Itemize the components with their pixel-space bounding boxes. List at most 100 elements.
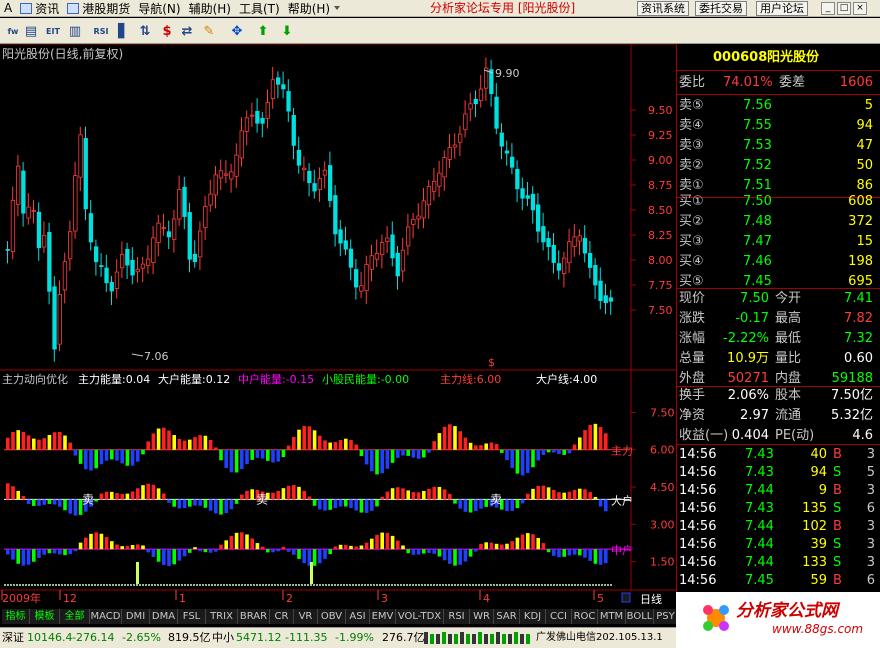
pen-icon[interactable]: ✎ <box>200 22 218 40</box>
trade-button[interactable]: 委托交易 <box>695 1 747 16</box>
kline-chart[interactable]: 阳光股份(日线,前复权) 9.50 9.25 9.00 8.75 8.50 8.25 8.00… <box>0 43 676 606</box>
menu-item-0[interactable]: A <box>0 0 16 17</box>
candle-body <box>21 170 26 214</box>
tab-wr[interactable]: WR <box>470 609 494 624</box>
tab-sar[interactable]: SAR <box>494 609 520 624</box>
logo-title: 分析家公式网 <box>736 601 838 621</box>
down-arrow-icon[interactable]: ⬇ <box>278 22 296 40</box>
candle-body <box>197 230 203 258</box>
tab-asi[interactable]: ASI <box>346 609 370 624</box>
energy-bar <box>380 449 384 474</box>
menu-item-4[interactable]: 辅助(H) <box>185 0 235 17</box>
energy-bar <box>26 549 31 565</box>
buy-row: 买② 7.48 372 <box>677 212 880 231</box>
energy-bar <box>546 549 551 553</box>
maximize-button[interactable]: □ <box>837 2 851 15</box>
energy-bar <box>588 549 592 561</box>
tab-fsl[interactable]: FSL <box>178 609 206 624</box>
energy-bar <box>229 449 234 473</box>
tab-obv[interactable]: OBV <box>318 609 346 624</box>
stat-value: -0.17 <box>735 311 769 326</box>
energy-bar <box>47 434 52 450</box>
candle-body <box>536 204 541 232</box>
scroll-handle[interactable] <box>621 592 631 603</box>
kline-icon[interactable]: ▋ <box>114 22 132 40</box>
energy-bar <box>474 549 478 552</box>
sell-signal-label: 卖 <box>490 492 502 506</box>
tab-vol-tdx[interactable]: VOL-TDX <box>396 609 444 624</box>
tick-row: 14:56 7.44 102 B 3 <box>677 518 880 536</box>
eit-icon[interactable]: EIT <box>44 22 62 40</box>
tab-trix[interactable]: TRIX <box>206 609 238 624</box>
menu-item-3[interactable]: 导航(N) <box>134 0 184 17</box>
up-arrow-icon[interactable]: ⬆ <box>254 22 272 40</box>
bars-icon[interactable]: ▥ <box>66 22 84 40</box>
swap-icon[interactable]: ⇄ <box>178 22 196 40</box>
energy-bar <box>32 499 36 506</box>
candle-body <box>125 248 130 266</box>
menu-item-5[interactable]: 工具(T) <box>235 0 284 17</box>
crosshair-icon[interactable]: ✥ <box>228 22 246 40</box>
tick-side: B <box>833 519 842 534</box>
energy-bar <box>297 429 301 450</box>
energy-bar <box>520 499 525 504</box>
energy-bar <box>255 543 260 550</box>
tab-模板[interactable]: 模板 <box>30 609 60 624</box>
tab-rsi[interactable]: RSI <box>444 609 470 624</box>
tick-time: 14:56 <box>679 537 717 552</box>
x-axis-label: 4 <box>483 592 490 604</box>
energy-bar <box>52 499 57 505</box>
tab-emv[interactable]: EMV <box>370 609 396 624</box>
tab-cci[interactable]: CCI <box>546 609 572 624</box>
energy-bar <box>489 442 494 450</box>
tab-dmi[interactable]: DMI <box>122 609 150 624</box>
menu-item-2[interactable]: 港股期货 <box>63 0 134 17</box>
energy-bar <box>177 549 182 561</box>
tab-kdj[interactable]: KDJ <box>520 609 546 624</box>
stat-value: 7.82 <box>844 311 873 326</box>
energy-bar <box>281 488 286 500</box>
divider <box>677 70 880 71</box>
candle-body <box>218 170 224 179</box>
finance-label: 净资 <box>679 408 706 423</box>
tab-roc[interactable]: ROC <box>572 609 598 624</box>
chart-list-icon[interactable]: ▤ <box>22 22 40 40</box>
tab-brar[interactable]: BRAR <box>238 609 270 624</box>
dollar-icon[interactable]: $ <box>158 22 176 40</box>
energy-bar <box>198 499 202 506</box>
forum-button[interactable]: 用户论坛 <box>756 1 808 16</box>
energy-bar <box>37 499 41 506</box>
finance-label: 换手 <box>679 388 706 403</box>
tab-vr[interactable]: VR <box>294 609 318 624</box>
sort-icon[interactable]: ⇅ <box>136 22 154 40</box>
news-system-button[interactable]: 资讯系统 <box>637 1 689 16</box>
energy-bar <box>562 492 566 500</box>
tab-dma[interactable]: DMA <box>150 609 178 624</box>
tab-psy[interactable]: PSY <box>654 609 678 624</box>
candle-body <box>223 173 229 176</box>
chart-area[interactable]: 阳光股份(日线,前复权) 9.50 9.25 9.00 8.75 8.50 8.25 8.00… <box>0 43 676 606</box>
tab-macd[interactable]: MACD <box>90 609 122 624</box>
period-label[interactable]: 日线 <box>640 592 662 606</box>
finance-row: 净资 2.97 流通 5.32亿 <box>677 406 880 425</box>
divider <box>677 94 880 95</box>
tab-cr[interactable]: CR <box>270 609 294 624</box>
fw-icon[interactable]: fw <box>4 22 22 40</box>
energy-bar <box>422 490 426 500</box>
energy-bar <box>604 549 608 564</box>
candle-body <box>203 206 208 228</box>
buy-volume: 372 <box>848 214 873 229</box>
tab-指标[interactable]: 指标 <box>2 609 30 624</box>
close-button[interactable]: × <box>853 2 867 15</box>
energy-bar <box>318 435 322 450</box>
menu-item-1[interactable]: 资讯 <box>16 0 63 17</box>
tab-全部[interactable]: 全部 <box>60 609 90 624</box>
energy-bar <box>182 549 187 557</box>
rsi-icon[interactable]: RSI <box>92 22 110 40</box>
logo-url[interactable]: www.88gs.com <box>772 622 863 636</box>
tab-mtm[interactable]: MTM <box>598 609 626 624</box>
menu-item-6[interactable]: 帮助(H) <box>284 0 344 17</box>
minimize-button[interactable]: _ <box>821 2 835 15</box>
tab-boll[interactable]: BOLL <box>626 609 654 624</box>
energy-bar <box>188 549 192 553</box>
